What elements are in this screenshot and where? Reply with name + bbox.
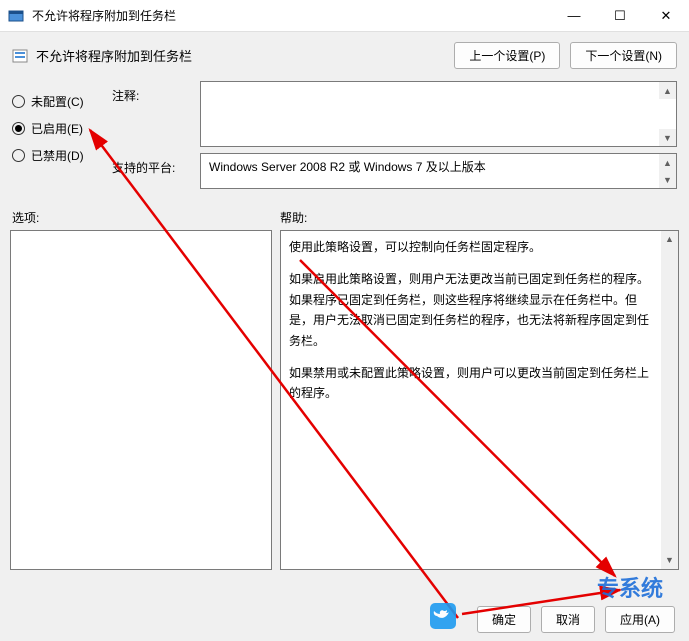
ok-button[interactable]: 确定 [477, 606, 531, 633]
watermark-logo [430, 602, 456, 629]
state-radios: 未配置(C) 已启用(E) 已禁用(D) [12, 75, 112, 195]
window-title: 不允许将程序附加到任务栏 [32, 7, 551, 24]
policy-icon [12, 48, 28, 64]
comment-textarea[interactable]: ▲ ▼ [200, 81, 677, 147]
platform-text: Windows Server 2008 R2 或 Windows 7 及以上版本 [209, 160, 486, 174]
policy-title: 不允许将程序附加到任务栏 [36, 46, 454, 65]
prev-setting-button[interactable]: 上一个设置(P) [454, 42, 560, 69]
minimize-button[interactable]: — [551, 0, 597, 31]
help-paragraph: 如果启用此策略设置，则用户无法更改当前已固定到任务栏的程序。如果程序已固定到任务… [289, 269, 658, 351]
radio-disabled[interactable]: 已禁用(D) [12, 147, 112, 164]
app-icon [8, 8, 24, 24]
dialog-footer: 确定 取消 应用(A) [477, 606, 675, 633]
scrollbar[interactable]: ▲ ▼ [661, 231, 678, 569]
scroll-up-icon[interactable]: ▲ [659, 82, 676, 99]
cancel-button[interactable]: 取消 [541, 606, 595, 633]
help-panel: 使用此策略设置，可以控制向任务栏固定程序。 如果启用此策略设置，则用户无法更改当… [280, 230, 679, 570]
scroll-down-icon[interactable]: ▼ [659, 171, 676, 188]
radio-dot-icon [12, 149, 25, 162]
apply-button[interactable]: 应用(A) [605, 606, 675, 633]
maximize-button[interactable]: ☐ [597, 0, 643, 31]
radio-dot-icon [12, 95, 25, 108]
options-section-label: 选项: [12, 209, 280, 226]
next-setting-button[interactable]: 下一个设置(N) [570, 42, 677, 69]
header-row: 不允许将程序附加到任务栏 上一个设置(P) 下一个设置(N) [0, 32, 689, 75]
radio-label: 已禁用(D) [31, 147, 84, 164]
help-section-label: 帮助: [280, 209, 307, 226]
options-panel [10, 230, 272, 570]
scroll-down-icon[interactable]: ▼ [661, 552, 678, 569]
platform-label: 支持的平台: [112, 153, 200, 176]
platform-box: Windows Server 2008 R2 或 Windows 7 及以上版本… [200, 153, 677, 189]
watermark: 专系统 [597, 571, 663, 603]
radio-not-configured[interactable]: 未配置(C) [12, 93, 112, 110]
help-paragraph: 如果禁用或未配置此策略设置，则用户可以更改当前固定到任务栏上的程序。 [289, 363, 658, 404]
scroll-down-icon[interactable]: ▼ [659, 129, 676, 146]
close-button[interactable]: ✕ [643, 0, 689, 31]
radio-label: 已启用(E) [31, 120, 83, 137]
scroll-up-icon[interactable]: ▲ [659, 154, 676, 171]
window-controls: — ☐ ✕ [551, 0, 689, 31]
comment-label: 注释: [112, 81, 200, 104]
scroll-up-icon[interactable]: ▲ [661, 231, 678, 248]
titlebar: 不允许将程序附加到任务栏 — ☐ ✕ [0, 0, 689, 32]
radio-enabled[interactable]: 已启用(E) [12, 120, 112, 137]
help-paragraph: 使用此策略设置，可以控制向任务栏固定程序。 [289, 237, 658, 257]
radio-dot-icon [12, 122, 25, 135]
radio-label: 未配置(C) [31, 93, 84, 110]
